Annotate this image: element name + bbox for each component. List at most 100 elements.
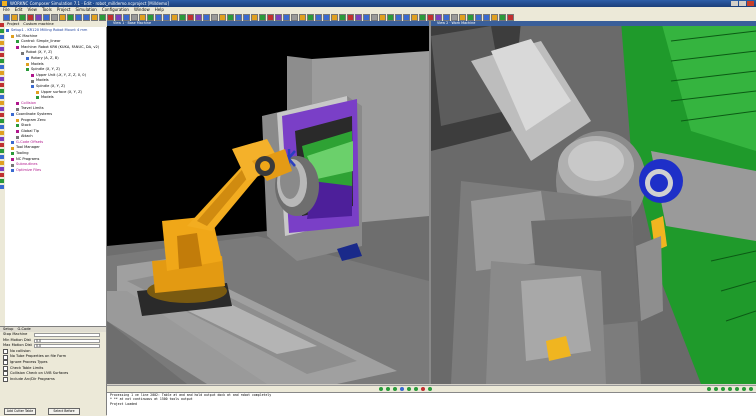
side-tool-icon[interactable] (0, 107, 4, 111)
toolbar-button-icon[interactable] (27, 14, 34, 21)
playback-control-icon[interactable] (721, 387, 725, 391)
toolbar-button-icon[interactable] (507, 14, 514, 21)
toolbar-button-icon[interactable] (3, 14, 10, 21)
checkbox-icon[interactable] (3, 360, 8, 366)
toolbar-button-icon[interactable] (147, 14, 154, 21)
side-tool-icon[interactable] (0, 47, 4, 51)
side-tool-icon[interactable] (0, 131, 4, 135)
playback-control-icon[interactable] (742, 387, 746, 391)
toolbar-button-icon[interactable] (403, 14, 410, 21)
toolbar-button-icon[interactable] (355, 14, 362, 21)
add-cutter-button[interactable]: Add Cutter Table (4, 408, 36, 415)
toolbar-button-icon[interactable] (195, 14, 202, 21)
toolbar-button-icon[interactable] (211, 14, 218, 21)
toolbar-button-icon[interactable] (499, 14, 506, 21)
toolbar-button-icon[interactable] (435, 14, 442, 21)
toolbar-button-icon[interactable] (259, 14, 266, 21)
toolbar-button-icon[interactable] (451, 14, 458, 21)
side-tool-icon[interactable] (0, 161, 4, 165)
playback-control-icon[interactable] (421, 387, 425, 391)
toolbar-button-icon[interactable] (483, 14, 490, 21)
toolbar-button-icon[interactable] (187, 14, 194, 21)
toolbar-button-icon[interactable] (267, 14, 274, 21)
property-input[interactable]: 0.0 (34, 344, 100, 349)
checkbox-icon[interactable] (3, 377, 8, 383)
toolbar-button-icon[interactable] (83, 14, 90, 21)
toolbar-button-icon[interactable] (347, 14, 354, 21)
playback-control-icon[interactable] (393, 387, 397, 391)
toolbar-button-icon[interactable] (443, 14, 450, 21)
side-tool-icon[interactable] (0, 125, 4, 129)
playback-control-icon[interactable] (428, 387, 432, 391)
toolbar-button-icon[interactable] (75, 14, 82, 21)
toolbar-button-icon[interactable] (491, 14, 498, 21)
playback-control-icon[interactable] (707, 387, 711, 391)
viewport-base-machine[interactable]: View 1 · Base Machine (107, 21, 429, 384)
toolbar-button-icon[interactable] (427, 14, 434, 21)
toolbar-button-icon[interactable] (379, 14, 386, 21)
minimize-button[interactable] (731, 1, 738, 6)
toolbar-button-icon[interactable] (35, 14, 42, 21)
toolbar-button-icon[interactable] (243, 14, 250, 21)
viewport-work-machine[interactable]: View 2 · Work Machine (431, 21, 756, 384)
toolbar-button-icon[interactable] (59, 14, 66, 21)
toolbar-button-icon[interactable] (467, 14, 474, 21)
side-tool-icon[interactable] (0, 23, 4, 27)
side-tool-icon[interactable] (0, 77, 4, 81)
side-tool-icon[interactable] (0, 53, 4, 57)
toolbar-button-icon[interactable] (19, 14, 26, 21)
option-checkbox[interactable]: Include Arc/Dir Programs (0, 377, 106, 383)
toolbar-button-icon[interactable] (203, 14, 210, 21)
toolbar-button-icon[interactable] (179, 14, 186, 21)
toolbar-button-icon[interactable] (43, 14, 50, 21)
side-tool-icon[interactable] (0, 83, 4, 87)
playback-control-icon[interactable] (414, 387, 418, 391)
toolbar-button-icon[interactable] (299, 14, 306, 21)
property-input[interactable]: 0.0 (34, 338, 100, 343)
side-tool-icon[interactable] (0, 155, 4, 159)
toolbar-button-icon[interactable] (67, 14, 74, 21)
checkbox-icon[interactable] (3, 365, 8, 371)
side-tool-icon[interactable] (0, 143, 4, 147)
side-tool-icon[interactable] (0, 29, 4, 33)
toolbar-button-icon[interactable] (291, 14, 298, 21)
toolbar-button-icon[interactable] (323, 14, 330, 21)
toolbar-button-icon[interactable] (123, 14, 130, 21)
side-tool-icon[interactable] (0, 95, 4, 99)
toolbar-button-icon[interactable] (227, 14, 234, 21)
property-input[interactable] (34, 333, 100, 337)
toolbar-button-icon[interactable] (475, 14, 482, 21)
toolbar-button-icon[interactable] (235, 14, 242, 21)
playback-control-icon[interactable] (407, 387, 411, 391)
toolbar-button-icon[interactable] (371, 14, 378, 21)
toolbar-button-icon[interactable] (419, 14, 426, 21)
toolbar-button-icon[interactable] (283, 14, 290, 21)
side-tool-icon[interactable] (0, 41, 4, 45)
toolbar-button-icon[interactable] (251, 14, 258, 21)
toolbar-button-icon[interactable] (171, 14, 178, 21)
toolbar-button-icon[interactable] (331, 14, 338, 21)
toolbar-button-icon[interactable] (315, 14, 322, 21)
playback-control-icon[interactable] (728, 387, 732, 391)
close-button[interactable] (747, 1, 754, 6)
toolbar-button-icon[interactable] (387, 14, 394, 21)
toolbar-button-icon[interactable] (395, 14, 402, 21)
playback-control-icon[interactable] (386, 387, 390, 391)
toolbar-button-icon[interactable] (459, 14, 466, 21)
toolbar-button-icon[interactable] (411, 14, 418, 21)
tab-custom-machine[interactable]: Custom machine (23, 21, 53, 27)
toolbar-button-icon[interactable] (363, 14, 370, 21)
toolbar-button-icon[interactable] (155, 14, 162, 21)
side-tool-icon[interactable] (0, 167, 4, 171)
tree-item[interactable]: Machine: Robot KR6 (KUKA, FANUC, DA, v2) (6, 45, 106, 51)
toolbar-button-icon[interactable] (99, 14, 106, 21)
toolbar-button-icon[interactable] (91, 14, 98, 21)
toolbar-button-icon[interactable] (139, 14, 146, 21)
side-tool-icon[interactable] (0, 101, 4, 105)
side-tool-icon[interactable] (0, 59, 4, 63)
checkbox-icon[interactable] (3, 354, 8, 360)
toolbar-button-icon[interactable] (219, 14, 226, 21)
toolbar-button-icon[interactable] (163, 14, 170, 21)
side-tool-icon[interactable] (0, 173, 4, 177)
toolbar-button-icon[interactable] (107, 14, 114, 21)
